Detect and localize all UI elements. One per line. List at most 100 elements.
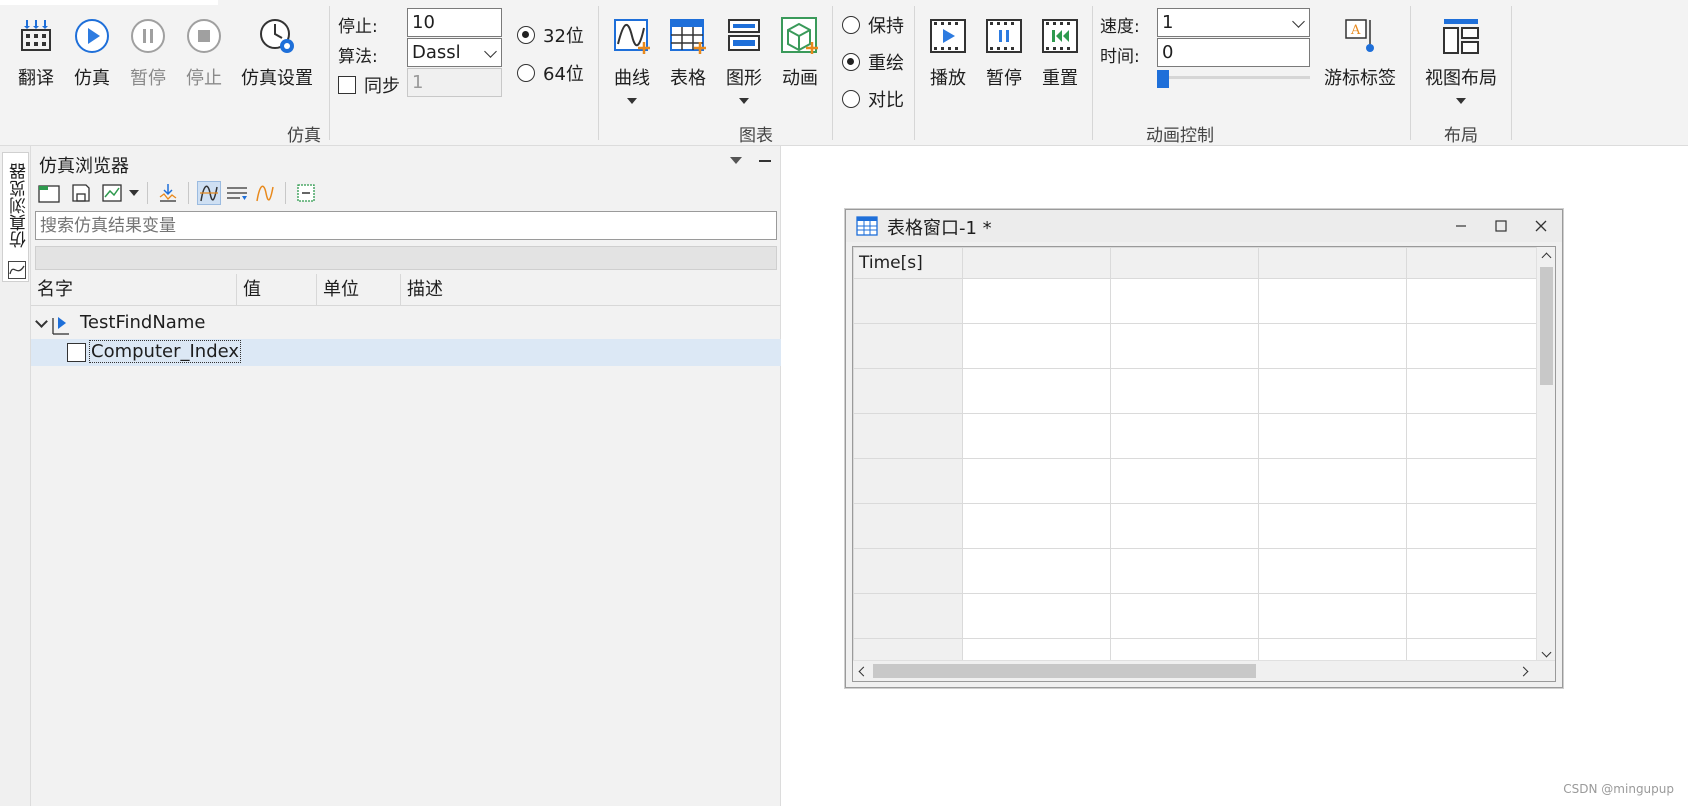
sync-checkbox[interactable]: 同步 [338, 72, 400, 98]
column-header-description[interactable]: 描述 [401, 274, 781, 306]
minimize-icon[interactable] [1441, 210, 1481, 242]
slider-thumb[interactable] [1157, 70, 1169, 88]
table-cell[interactable] [1110, 503, 1260, 549]
table-cell[interactable] [1110, 593, 1260, 639]
table-cell[interactable] [1110, 368, 1260, 414]
speed-select[interactable]: 1 [1157, 8, 1310, 37]
column-header[interactable] [962, 247, 1112, 279]
table-cell[interactable] [1258, 278, 1408, 324]
row-header-cell[interactable] [853, 503, 964, 549]
collapse-all-icon[interactable] [294, 181, 318, 205]
table-cell[interactable] [962, 458, 1112, 504]
table-cell[interactable] [962, 593, 1112, 639]
row-header-cell[interactable] [853, 593, 964, 639]
table-cell[interactable] [1110, 413, 1260, 459]
time-slider[interactable] [1157, 70, 1310, 88]
sim-stop-button[interactable]: 停止 [182, 14, 226, 90]
table-cell[interactable] [1258, 323, 1408, 369]
sim-settings-button[interactable]: 仿真设置 [241, 14, 313, 90]
graphic-button[interactable]: 图形 [722, 14, 766, 104]
anim-reset-button[interactable]: 重置 [1038, 14, 1082, 90]
expand-chevron-icon[interactable] [35, 315, 48, 328]
variable-checkbox[interactable] [67, 343, 86, 362]
time-input[interactable]: 0 [1157, 38, 1310, 67]
table-cell[interactable] [1406, 548, 1555, 594]
table-cell[interactable] [1258, 593, 1408, 639]
column-header-name[interactable]: 名字 [31, 274, 237, 306]
table-cell[interactable] [962, 413, 1112, 459]
column-header-unit[interactable]: 单位 [317, 274, 401, 306]
algorithm-select[interactable]: Dassl [407, 38, 502, 67]
view-layout-button[interactable]: 视图布局 [1425, 14, 1497, 104]
table-cell[interactable] [1258, 413, 1408, 459]
import-icon[interactable] [156, 181, 180, 205]
save-icon[interactable] [69, 181, 93, 205]
table-window-titlebar[interactable]: 表格窗口-1 * [846, 210, 1562, 242]
table-cell[interactable] [962, 548, 1112, 594]
table-cell[interactable] [1258, 548, 1408, 594]
tree-child-row[interactable]: Computer_Index [31, 339, 781, 366]
scroll-left-icon[interactable] [858, 666, 869, 677]
scroll-up-icon[interactable] [1541, 252, 1552, 263]
chevron-down-icon[interactable] [129, 190, 139, 196]
search-variables-input[interactable] [35, 211, 777, 240]
cursor-label-button[interactable]: A 游标标签 [1324, 14, 1396, 90]
table-cell[interactable] [1258, 503, 1408, 549]
table-cell[interactable] [1406, 413, 1555, 459]
time-column-header[interactable]: Time[s] [853, 247, 964, 279]
animation-button[interactable]: 动画 [778, 14, 822, 90]
table-cell[interactable] [1406, 323, 1555, 369]
row-header-cell[interactable] [853, 368, 964, 414]
vertical-scrollbar[interactable] [1536, 247, 1555, 662]
side-tab-sim-browser[interactable]: 仿真浏览器 [2, 152, 30, 282]
column-header[interactable] [1110, 247, 1260, 279]
panel-menu-icon[interactable] [730, 157, 742, 164]
maximize-icon[interactable] [1481, 210, 1521, 242]
open-result-icon[interactable] [37, 181, 61, 205]
table-cell[interactable] [1110, 548, 1260, 594]
table-cell[interactable] [1110, 278, 1260, 324]
translate-button[interactable]: 翻译 [14, 14, 58, 90]
vertical-scroll-thumb[interactable] [1540, 267, 1553, 385]
curve-settings-icon[interactable] [253, 181, 277, 205]
table-cell[interactable] [1406, 458, 1555, 504]
table-cell[interactable] [1258, 458, 1408, 504]
curve-mode-icon[interactable] [197, 181, 221, 205]
stop-time-input[interactable]: 10 [407, 8, 502, 37]
table-button[interactable]: 表格 [666, 14, 710, 90]
sim-pause-button[interactable]: 暂停 [126, 14, 170, 90]
anim-play-button[interactable]: 播放 [926, 14, 970, 90]
table-cell[interactable] [962, 368, 1112, 414]
row-header-cell[interactable] [853, 278, 964, 324]
row-header-cell[interactable] [853, 413, 964, 459]
close-icon[interactable] [1521, 210, 1561, 242]
row-header-cell[interactable] [853, 323, 964, 369]
table-cell[interactable] [962, 323, 1112, 369]
row-header-cell[interactable] [853, 548, 964, 594]
column-header[interactable] [1406, 247, 1555, 279]
radio-redraw[interactable]: 重绘 [842, 49, 904, 75]
table-cell[interactable] [1406, 593, 1555, 639]
table-cell[interactable] [1406, 503, 1555, 549]
sync-value-input[interactable]: 1 [407, 68, 502, 97]
data-table[interactable]: Time[s] [852, 246, 1556, 682]
tree-root-row[interactable]: TestFindName [31, 311, 781, 338]
table-cell[interactable] [1406, 278, 1555, 324]
simulate-button[interactable]: 仿真 [70, 14, 114, 90]
table-cell[interactable] [1258, 368, 1408, 414]
curve-button[interactable]: 曲线 [610, 14, 654, 104]
table-cell[interactable] [1110, 323, 1260, 369]
panel-minimize-icon[interactable] [759, 160, 771, 162]
row-header-cell[interactable] [853, 458, 964, 504]
table-cell[interactable] [1406, 368, 1555, 414]
table-cell[interactable] [962, 503, 1112, 549]
horizontal-scrollbar[interactable] [853, 660, 1555, 681]
radio-64bit[interactable]: 64位 [517, 60, 584, 86]
horizontal-scroll-thumb[interactable] [873, 664, 1256, 678]
column-header-value[interactable]: 值 [237, 274, 317, 306]
table-cell[interactable] [1110, 458, 1260, 504]
align-curves-icon[interactable] [225, 181, 249, 205]
anim-pause-button[interactable]: 暂停 [982, 14, 1026, 90]
export-chart-icon[interactable] [101, 181, 125, 205]
scroll-down-icon[interactable] [1541, 647, 1552, 658]
